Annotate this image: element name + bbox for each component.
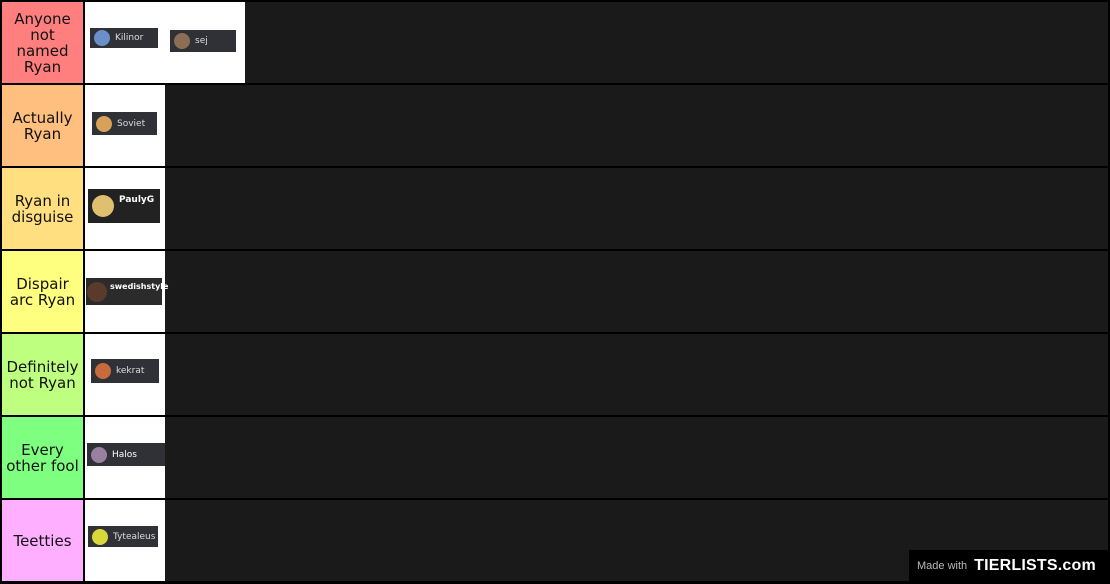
tier-item[interactable]: swedishstyle	[86, 278, 168, 305]
avatar	[174, 33, 190, 49]
avatar	[91, 446, 107, 463]
tier-items-area[interactable]: Soviet	[85, 85, 1108, 166]
item-label: Halos	[112, 449, 137, 460]
tier-item-group: swedishstyle	[85, 251, 168, 332]
watermark-made-with: Made with	[917, 559, 968, 572]
watermark: Made with TIERLISTS.com	[909, 550, 1108, 581]
tier-row: Every other fool Halos	[0, 417, 1110, 498]
item-label: PaulyG	[119, 195, 155, 205]
avatar	[92, 195, 114, 217]
tier-item[interactable]: Tytealeus	[88, 526, 158, 547]
avatar	[94, 30, 110, 46]
tier-item-group: Tytealeus	[85, 500, 165, 581]
tier-items-area[interactable]: PaulyG	[85, 168, 1108, 249]
tier-item[interactable]: Halos	[87, 443, 165, 466]
tier-item-group: Halos	[85, 417, 165, 498]
tierlist-page: { "tiers": [ {"label": "Anyone not named…	[0, 0, 1110, 584]
tier-label[interactable]: Definitely not Ryan	[2, 334, 83, 415]
item-label: Kilinor	[115, 33, 144, 43]
tier-item[interactable]: PaulyG	[88, 189, 160, 223]
tier-items-area[interactable]: kekrat	[85, 334, 1108, 415]
tier-item[interactable]: kekrat	[91, 359, 159, 383]
tier-item[interactable]: Kilinor	[90, 28, 158, 48]
avatar	[96, 115, 112, 132]
tier-item[interactable]: Soviet	[92, 112, 157, 135]
item-label: sej	[195, 36, 208, 46]
item-label: Tytealeus	[113, 531, 156, 542]
avatar	[95, 363, 111, 379]
tier-label[interactable]: Anyone not named Ryan	[2, 2, 83, 83]
tier-items-area[interactable]: Halos	[85, 417, 1108, 498]
tier-item[interactable]: sej	[170, 30, 236, 52]
tier-row: Ryan in disguise PaulyG	[0, 168, 1110, 249]
tier-label[interactable]: Every other fool	[2, 417, 83, 498]
item-label: Soviet	[117, 118, 146, 129]
tier-label[interactable]: Ryan in disguise	[2, 168, 83, 249]
avatar	[92, 528, 108, 545]
tier-items-area[interactable]: Kilinor sej	[85, 2, 1108, 83]
tier-items-area[interactable]: swedishstyle	[85, 251, 1108, 332]
item-label: kekrat	[116, 366, 145, 376]
tier-item-group: kekrat	[85, 334, 165, 415]
tier-item-group: Soviet	[85, 85, 165, 166]
avatar	[87, 281, 107, 302]
tier-row: Actually Ryan Soviet	[0, 85, 1110, 166]
tier-row: Anyone not named Ryan Kilinor sej	[0, 2, 1110, 83]
tier-item-group: Kilinor sej	[85, 2, 245, 83]
tier-row: Definitely not Ryan kekrat	[0, 334, 1110, 415]
tier-label[interactable]: Teetties	[2, 500, 83, 581]
item-label: swedishstyle	[110, 282, 169, 291]
tier-label[interactable]: Actually Ryan	[2, 85, 83, 166]
tier-label[interactable]: Dispair arc Ryan	[2, 251, 83, 332]
tier-row: Dispair arc Ryan swedishstyle	[0, 251, 1110, 332]
watermark-logo: TIERLISTS.com	[974, 556, 1096, 574]
tier-item-group: PaulyG	[85, 168, 165, 249]
